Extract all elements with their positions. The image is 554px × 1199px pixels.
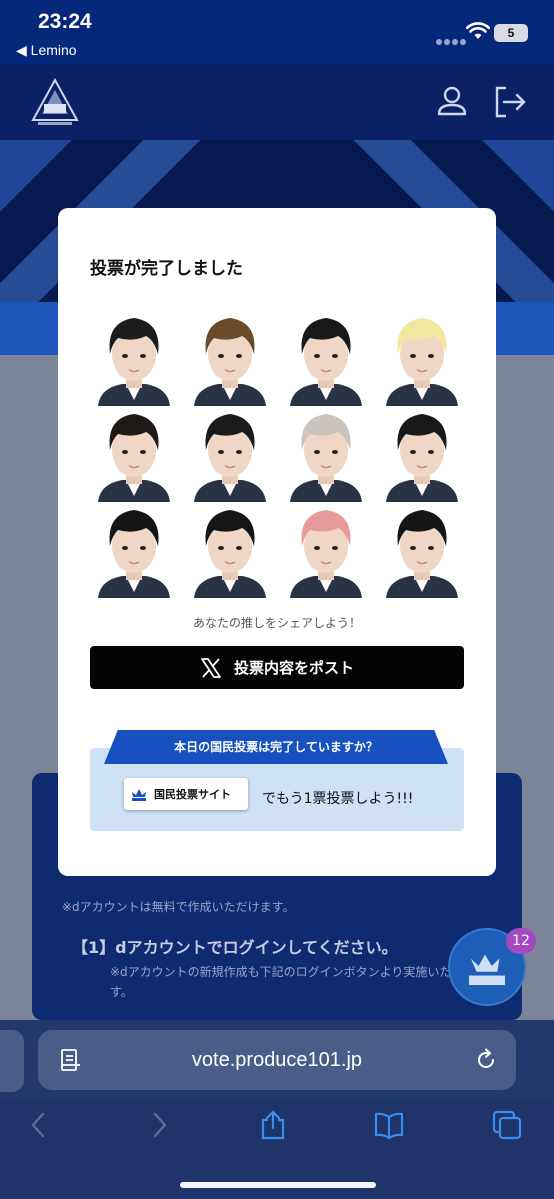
notification-badge: 12 <box>506 928 536 954</box>
vote-again-text: でもう1票投票しよう!!! <box>262 791 414 807</box>
login-step-note: ※dアカウントの新規作成も下記のログインボタンより実施いただけます。 <box>110 965 488 999</box>
url-text: vote.produce101.jp <box>191 1049 363 1071</box>
login-step-heading: 【1】dアカウントでログインしてください。 <box>72 938 398 957</box>
bookmarks-icon[interactable] <box>374 1110 404 1140</box>
modal-title: 投票が完了しました <box>90 259 243 279</box>
trainee-portrait <box>284 408 368 502</box>
post-button-label: 投票内容をポスト <box>233 659 354 677</box>
trainee-portrait <box>188 312 272 406</box>
trainee-portrait <box>188 504 272 598</box>
share-caption: あなたの推しをシェアしよう！ <box>192 616 361 630</box>
browser-toolbar <box>0 1100 554 1199</box>
trainee-portrait <box>92 312 176 406</box>
national-vote-panel: 本日の国民投票は完了していますか？ 国民投票サイト でもう1票投票しよう!!! <box>90 730 464 831</box>
share-icon[interactable] <box>258 1110 288 1140</box>
logout-icon[interactable] <box>492 84 528 120</box>
post-to-x-button[interactable]: 投票内容をポスト <box>90 646 464 689</box>
home-indicator <box>180 1182 376 1188</box>
trainee-portrait <box>380 408 464 502</box>
wifi-icon <box>466 22 490 39</box>
previous-tab-preview[interactable] <box>0 1030 24 1092</box>
user-icon[interactable] <box>434 84 470 120</box>
address-bar[interactable]: vote.produce101.jp <box>38 1030 516 1090</box>
trainee-portrait <box>284 504 368 598</box>
browser-address-area: vote.produce101.jp <box>0 1020 554 1100</box>
dacount-free-note: ※dアカウントは無料で作成いただけます。 <box>62 900 295 914</box>
trainee-portrait <box>188 408 272 502</box>
trainee-portrait <box>380 312 464 406</box>
battery-indicator: 5 <box>494 24 528 42</box>
ballot-crown-icon <box>132 789 146 801</box>
trainee-portrait <box>92 504 176 598</box>
trainee-portrait <box>380 504 464 598</box>
back-to-app-link[interactable]: ◀ Lemino <box>16 42 77 59</box>
vote-complete-modal: 投票が完了しました あなたの推しをシェアしよう！ 投票内容をポスト 本日の国民投… <box>58 208 496 876</box>
cellular-signal-icon <box>436 30 468 49</box>
national-vote-question: 本日の国民投票は完了していますか？ <box>104 730 448 764</box>
x-logo-icon <box>201 657 221 678</box>
trainee-portrait <box>92 408 176 502</box>
trainee-portrait-grid <box>92 312 468 602</box>
national-vote-site-label: 国民投票サイト <box>154 788 231 801</box>
back-icon[interactable] <box>24 1110 54 1140</box>
national-vote-site-button[interactable]: 国民投票サイト <box>124 778 248 810</box>
forward-icon[interactable] <box>144 1110 174 1140</box>
site-header <box>0 64 554 140</box>
status-time: 23:24 <box>38 10 92 33</box>
status-bar: 23:24 ◀ Lemino 5 <box>0 0 554 64</box>
tabs-icon[interactable] <box>492 1110 522 1140</box>
trainee-portrait <box>284 312 368 406</box>
produce101-logo-icon[interactable] <box>30 78 80 128</box>
reload-icon[interactable] <box>474 1048 498 1072</box>
